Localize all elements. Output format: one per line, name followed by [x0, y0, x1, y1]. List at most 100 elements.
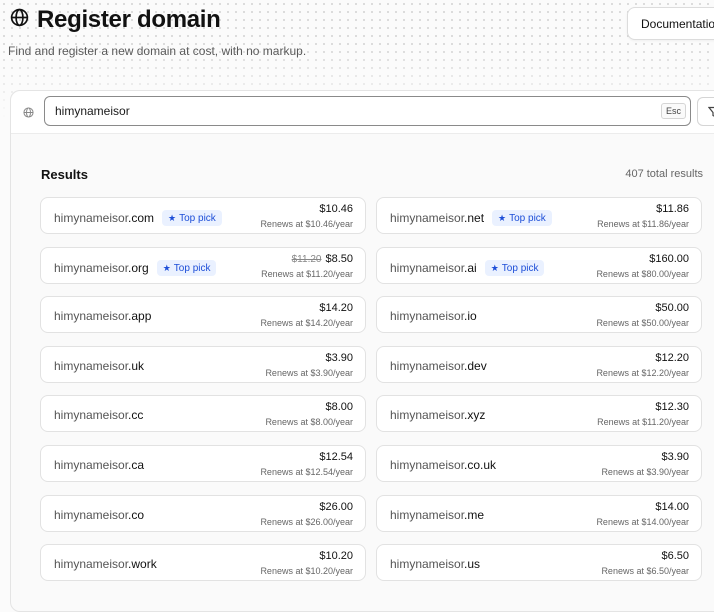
domain-result-card[interactable]: himynameisor.co $26.00 Renews at $26.00/ye…: [40, 494, 366, 532]
domain-price: $12.30: [655, 401, 689, 413]
renewal-price: Renews at $11.20/year: [261, 268, 353, 279]
search-row: Esc: [11, 91, 714, 134]
top-pick-label: Top pick: [509, 213, 546, 224]
star-icon: ★: [490, 262, 499, 273]
domain-result-card[interactable]: himynameisor.us $6.50 Renews at $6.50/year: [376, 544, 702, 582]
domain-search-input[interactable]: [44, 96, 691, 126]
domain-result-card[interactable]: himynameisor.co.uk $3.90 Renews at $3.90/y…: [376, 445, 702, 482]
domain-result-card[interactable]: himynameisor.me $14.00 Renews at $14.00/ye…: [376, 494, 702, 532]
domain-price: $10.20: [319, 550, 353, 562]
top-pick-label: Top pick: [173, 262, 211, 274]
domain-base: himynameisor: [390, 557, 465, 572]
esc-key-hint[interactable]: Esc: [661, 103, 687, 119]
domain-name: himynameisor.co.uk: [390, 458, 496, 472]
domain-name: himynameisor.me: [390, 508, 484, 522]
domain-tld: .ca: [128, 458, 145, 472]
domain-price: $10.46: [319, 203, 353, 215]
domain-tld: .net: [464, 211, 485, 225]
renewal-price: Renews at $11.20/year: [597, 417, 689, 428]
top-pick-badge: ★ Top pick: [492, 210, 552, 226]
domain-name: himynameisor.xyz: [390, 408, 485, 422]
star-icon: ★: [162, 262, 171, 273]
current-price: $10.20: [319, 550, 353, 563]
renewal-price: Renews at $10.20/year: [260, 566, 353, 577]
renewal-price: Renews at $8.00/year: [265, 417, 353, 428]
domain-name: himynameisor.io: [390, 309, 477, 323]
renewal-price: Renews at $3.90/year: [601, 467, 689, 477]
current-price: $12.30: [655, 401, 689, 414]
domain-base: himynameisor: [390, 211, 465, 225]
page-title: Register domain: [37, 6, 221, 33]
domain-result-card[interactable]: himynameisor.com ★ Top pick $10.46 Renews at…: [40, 197, 366, 234]
renewal-price: Renews at $12.54/year: [260, 467, 353, 477]
documentation-button[interactable]: Documentation: [627, 7, 714, 40]
domain-tld: .uk: [128, 358, 145, 373]
domain-result-card[interactable]: himynameisor.net ★ Top pick $11.86 Renews at…: [376, 197, 702, 234]
domain-name: himynameisor.us: [390, 557, 480, 571]
top-pick-badge: ★ Top pick: [156, 259, 217, 276]
page-header: Register domain: [10, 6, 221, 34]
domain-result-card[interactable]: himynameisor.ca $12.54 Renews at $12.54/ye…: [40, 445, 366, 482]
page-subtitle: Find and register a new domain at cost, …: [8, 44, 307, 58]
domain-tld: .cc: [128, 408, 144, 423]
domain-name: himynameisor.uk: [54, 359, 144, 373]
domain-name: himynameisor.ca: [54, 458, 144, 472]
domain-result-card[interactable]: himynameisor.uk $3.90 Renews at $3.90/year: [40, 345, 366, 383]
filter-button[interactable]: [697, 97, 714, 126]
domain-price: $3.90: [325, 352, 353, 364]
domain-result-card[interactable]: himynameisor.app $14.20 Renews at $14.20/y…: [40, 296, 366, 334]
current-price: $12.20: [655, 351, 689, 364]
domain-price: $12.20: [655, 352, 689, 364]
domain-base: himynameisor: [390, 358, 465, 373]
domain-base: himynameisor: [390, 458, 465, 472]
domain-tld: .work: [128, 557, 157, 572]
top-pick-label: Top pick: [501, 262, 539, 274]
original-price: $11.20: [291, 253, 322, 265]
domain-name: himynameisor.app: [54, 309, 151, 323]
globe-icon: [23, 105, 34, 123]
domain-base: himynameisor: [54, 309, 129, 324]
domain-base: himynameisor: [390, 408, 465, 423]
domain-base: himynameisor: [390, 507, 465, 522]
domain-price: $3.90: [661, 451, 689, 463]
domain-name: himynameisor.co: [54, 508, 144, 522]
domain-price: $14.20: [319, 302, 353, 314]
domain-result-card[interactable]: himynameisor.io $50.00 Renews at $50.00/ye…: [376, 296, 702, 334]
domain-base: himynameisor: [54, 507, 129, 522]
domain-price: $11.20 $8.50: [292, 253, 353, 265]
domain-tld: .xyz: [464, 408, 486, 423]
current-price: $12.54: [319, 451, 353, 463]
current-price: $14.00: [655, 500, 689, 513]
renewal-price: Renews at $6.50/year: [601, 566, 689, 577]
domain-tld: .com: [128, 211, 155, 225]
current-price: $11.86: [656, 203, 689, 215]
domain-tld: .org: [128, 260, 149, 275]
domain-tld: .dev: [464, 358, 487, 373]
domain-name: himynameisor.com ★ Top pick: [54, 210, 222, 226]
current-price: $10.46: [319, 203, 353, 215]
domain-result-card[interactable]: himynameisor.cc $8.00 Renews at $8.00/year: [40, 395, 366, 433]
top-pick-label: Top pick: [179, 213, 216, 224]
domain-base: himynameisor: [54, 211, 129, 225]
domain-result-card[interactable]: himynameisor.xyz $12.30 Renews at $11.20/y…: [376, 395, 702, 433]
domain-tld: .ai: [464, 260, 477, 275]
domain-price: $8.00: [325, 401, 353, 413]
domain-base: himynameisor: [54, 358, 129, 373]
top-pick-badge: ★ Top pick: [162, 210, 222, 226]
domain-tld: .co: [128, 507, 145, 522]
domain-base: himynameisor: [54, 557, 129, 572]
search-panel: Esc Results 407 total results himynameis…: [10, 90, 714, 612]
globe-icon: [10, 8, 29, 32]
domain-name: himynameisor.cc: [54, 408, 143, 422]
current-price: $14.20: [319, 302, 353, 315]
filter-icon: [708, 106, 714, 117]
domain-result-card[interactable]: himynameisor.ai ★ Top pick $160.00 Renews at…: [376, 246, 702, 284]
domain-result-card[interactable]: himynameisor.org ★ Top pick $11.20 $8.50 Rene…: [40, 246, 366, 284]
domain-tld: .app: [128, 309, 152, 324]
domain-name: himynameisor.work: [54, 557, 157, 571]
renewal-price: Renews at $80.00/year: [596, 268, 689, 279]
domain-base: himynameisor: [390, 309, 465, 324]
renewal-price: Renews at $26.00/year: [260, 516, 353, 527]
domain-result-card[interactable]: himynameisor.work $10.20 Renews at $10.20/…: [40, 544, 366, 582]
domain-result-card[interactable]: himynameisor.dev $12.20 Renews at $12.20/y…: [376, 345, 702, 383]
